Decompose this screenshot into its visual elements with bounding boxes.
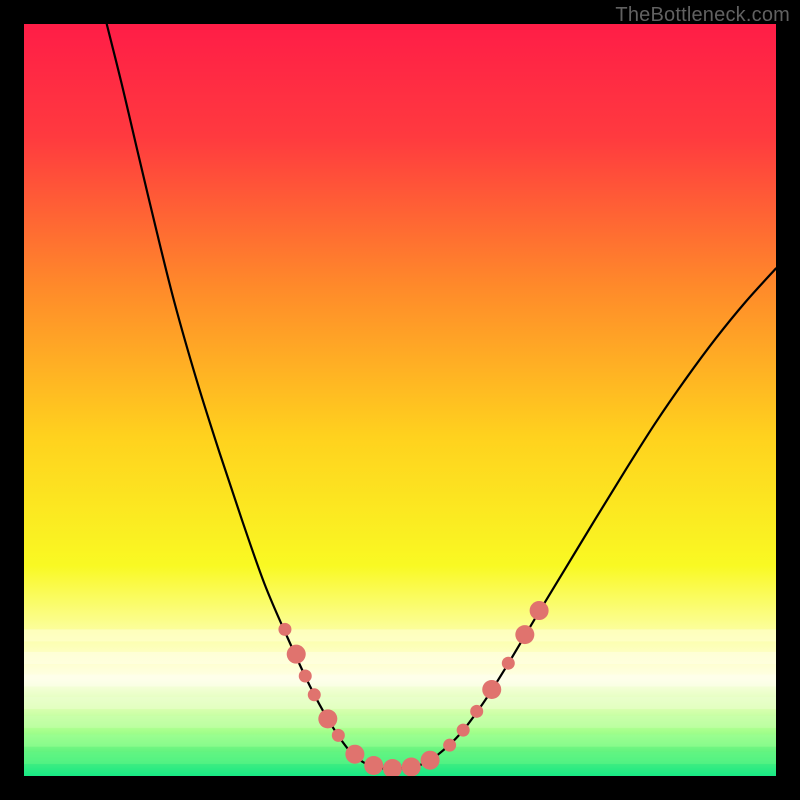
data-dot bbox=[287, 645, 306, 664]
background-band bbox=[24, 752, 776, 764]
data-dot bbox=[299, 669, 312, 682]
chart-stage: TheBottleneck.com bbox=[0, 0, 800, 800]
data-dot bbox=[530, 601, 549, 620]
chart-svg bbox=[24, 24, 776, 776]
background-band bbox=[24, 716, 776, 728]
data-dot bbox=[457, 724, 470, 737]
data-dot bbox=[515, 625, 534, 644]
data-dot bbox=[443, 739, 456, 752]
data-dot bbox=[421, 751, 440, 770]
plot-area bbox=[24, 24, 776, 776]
data-dot bbox=[482, 680, 501, 699]
background-band bbox=[24, 697, 776, 709]
data-dot bbox=[308, 688, 321, 701]
background-band bbox=[24, 629, 776, 641]
background-band bbox=[24, 652, 776, 664]
data-dot bbox=[278, 623, 291, 636]
data-dot bbox=[502, 657, 515, 670]
watermark-text: TheBottleneck.com bbox=[615, 4, 790, 27]
data-dot bbox=[332, 729, 345, 742]
data-dot bbox=[318, 709, 337, 728]
background-band bbox=[24, 735, 776, 747]
background-band bbox=[24, 674, 776, 686]
data-dot bbox=[364, 756, 383, 775]
data-dot bbox=[345, 745, 364, 764]
data-dot bbox=[470, 705, 483, 718]
data-dot bbox=[402, 757, 421, 776]
